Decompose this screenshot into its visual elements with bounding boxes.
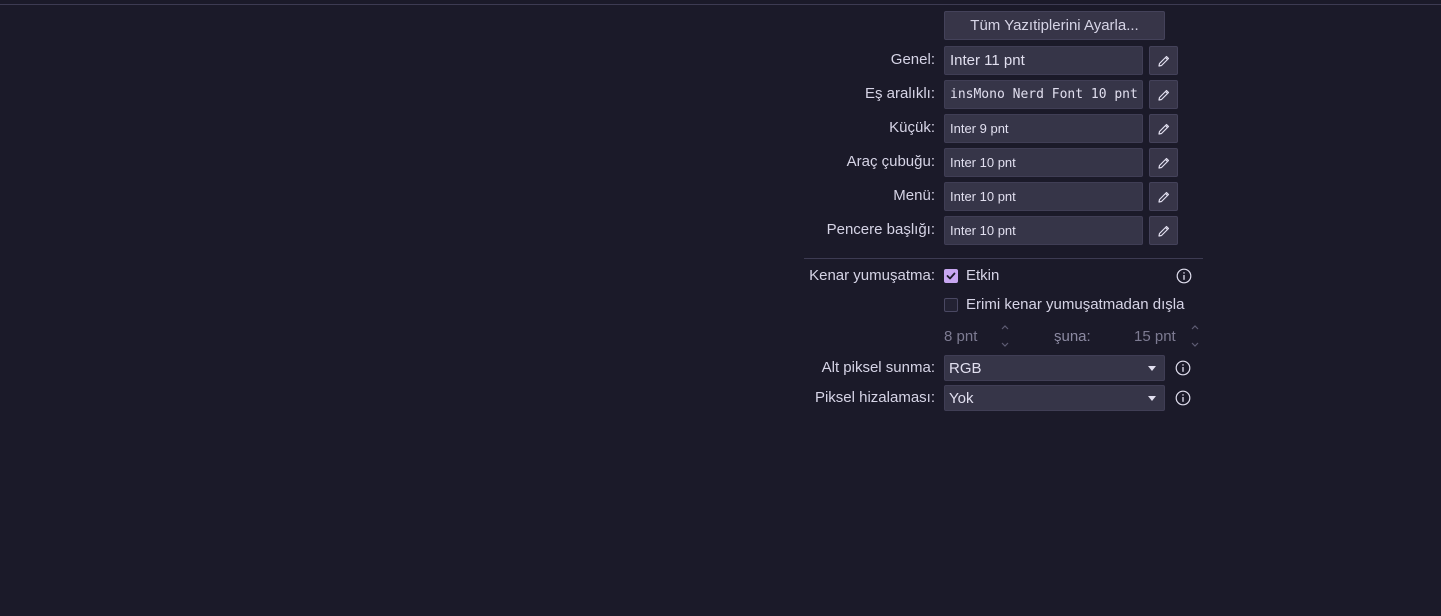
hinting-info-icon[interactable] [1175,390,1191,406]
window-title-font-edit-button[interactable] [1149,216,1178,245]
exclude-range-checkbox[interactable]: Erimi kenar yumuşatmadan dışla [944,296,1184,313]
toolbar-font-field[interactable]: Inter 10 pnt [944,148,1143,177]
small-font-field[interactable]: Inter 9 pnt [944,114,1143,143]
monospace-font-label: Eş aralıklı: [864,85,935,102]
checkbox-unchecked[interactable] [944,297,958,312]
window-top-border [0,4,1441,5]
checkbox-checked[interactable] [944,268,958,283]
check-icon [946,272,956,279]
hinting-value: Yok [949,389,974,407]
pencil-icon [1157,191,1169,203]
subpixel-value: RGB [949,359,982,377]
window-title-font-field[interactable]: Inter 10 pnt [944,216,1143,245]
range-to-label: şuna: [1054,328,1091,345]
section-separator [804,258,1203,259]
exclude-range-text: Erimi kenar yumuşatmadan dışla [966,296,1185,313]
range-to-value: 15 pnt [1134,327,1176,345]
subpixel-label: Alt piksel sunma: [821,359,935,376]
chevron-down-icon [1191,342,1199,347]
small-font-label: Küçük: [889,119,935,136]
general-font-field[interactable]: Inter 11 pnt [944,46,1143,75]
general-font-label: Genel: [890,51,935,68]
menu-font-field[interactable]: Inter 10 pnt [944,182,1143,211]
toolbar-font-edit-button[interactable] [1149,148,1178,177]
chevron-up-icon [1001,325,1009,330]
subpixel-info-icon[interactable] [1175,360,1191,376]
range-from-value: 8 pnt [944,327,978,345]
hinting-label: Piksel hizalaması: [814,389,935,406]
monospace-font-field[interactable]: insMono Nerd Font 10 pnt [944,80,1143,109]
monospace-font-edit-button[interactable] [1149,80,1178,109]
adjust-all-fonts-button[interactable]: Tüm Yazıtiplerini Ayarla... [944,11,1165,40]
subpixel-combobox[interactable]: RGB [944,355,1165,381]
antialiasing-enabled-text: Etkin [966,267,1000,284]
spin-arrows[interactable] [1000,325,1010,347]
general-font-edit-button[interactable] [1149,46,1178,75]
toolbar-font-label: Araç çubuğu: [846,153,935,170]
chevron-down-icon [1148,366,1156,371]
menu-font-label: Menü: [893,187,935,204]
menu-font-edit-button[interactable] [1149,182,1178,211]
chevron-down-icon [1001,342,1009,347]
antialiasing-label: Kenar yumuşatma: [809,267,935,284]
antialiasing-info-icon[interactable] [1176,268,1192,284]
pencil-icon [1157,225,1169,237]
small-font-edit-button[interactable] [1149,114,1178,143]
pencil-icon [1157,123,1169,135]
pencil-icon [1157,55,1169,67]
chevron-down-icon [1148,396,1156,401]
pencil-icon [1157,157,1169,169]
range-to-spinbox[interactable]: 15 pnt [1134,322,1202,350]
spin-arrows[interactable] [1190,325,1200,347]
pencil-icon [1157,89,1169,101]
range-from-spinbox[interactable]: 8 pnt [944,322,1012,350]
hinting-combobox[interactable]: Yok [944,385,1165,411]
chevron-up-icon [1191,325,1199,330]
antialiasing-enabled-checkbox[interactable]: Etkin [944,267,999,284]
window-title-font-label: Pencere başlığı: [826,221,935,238]
